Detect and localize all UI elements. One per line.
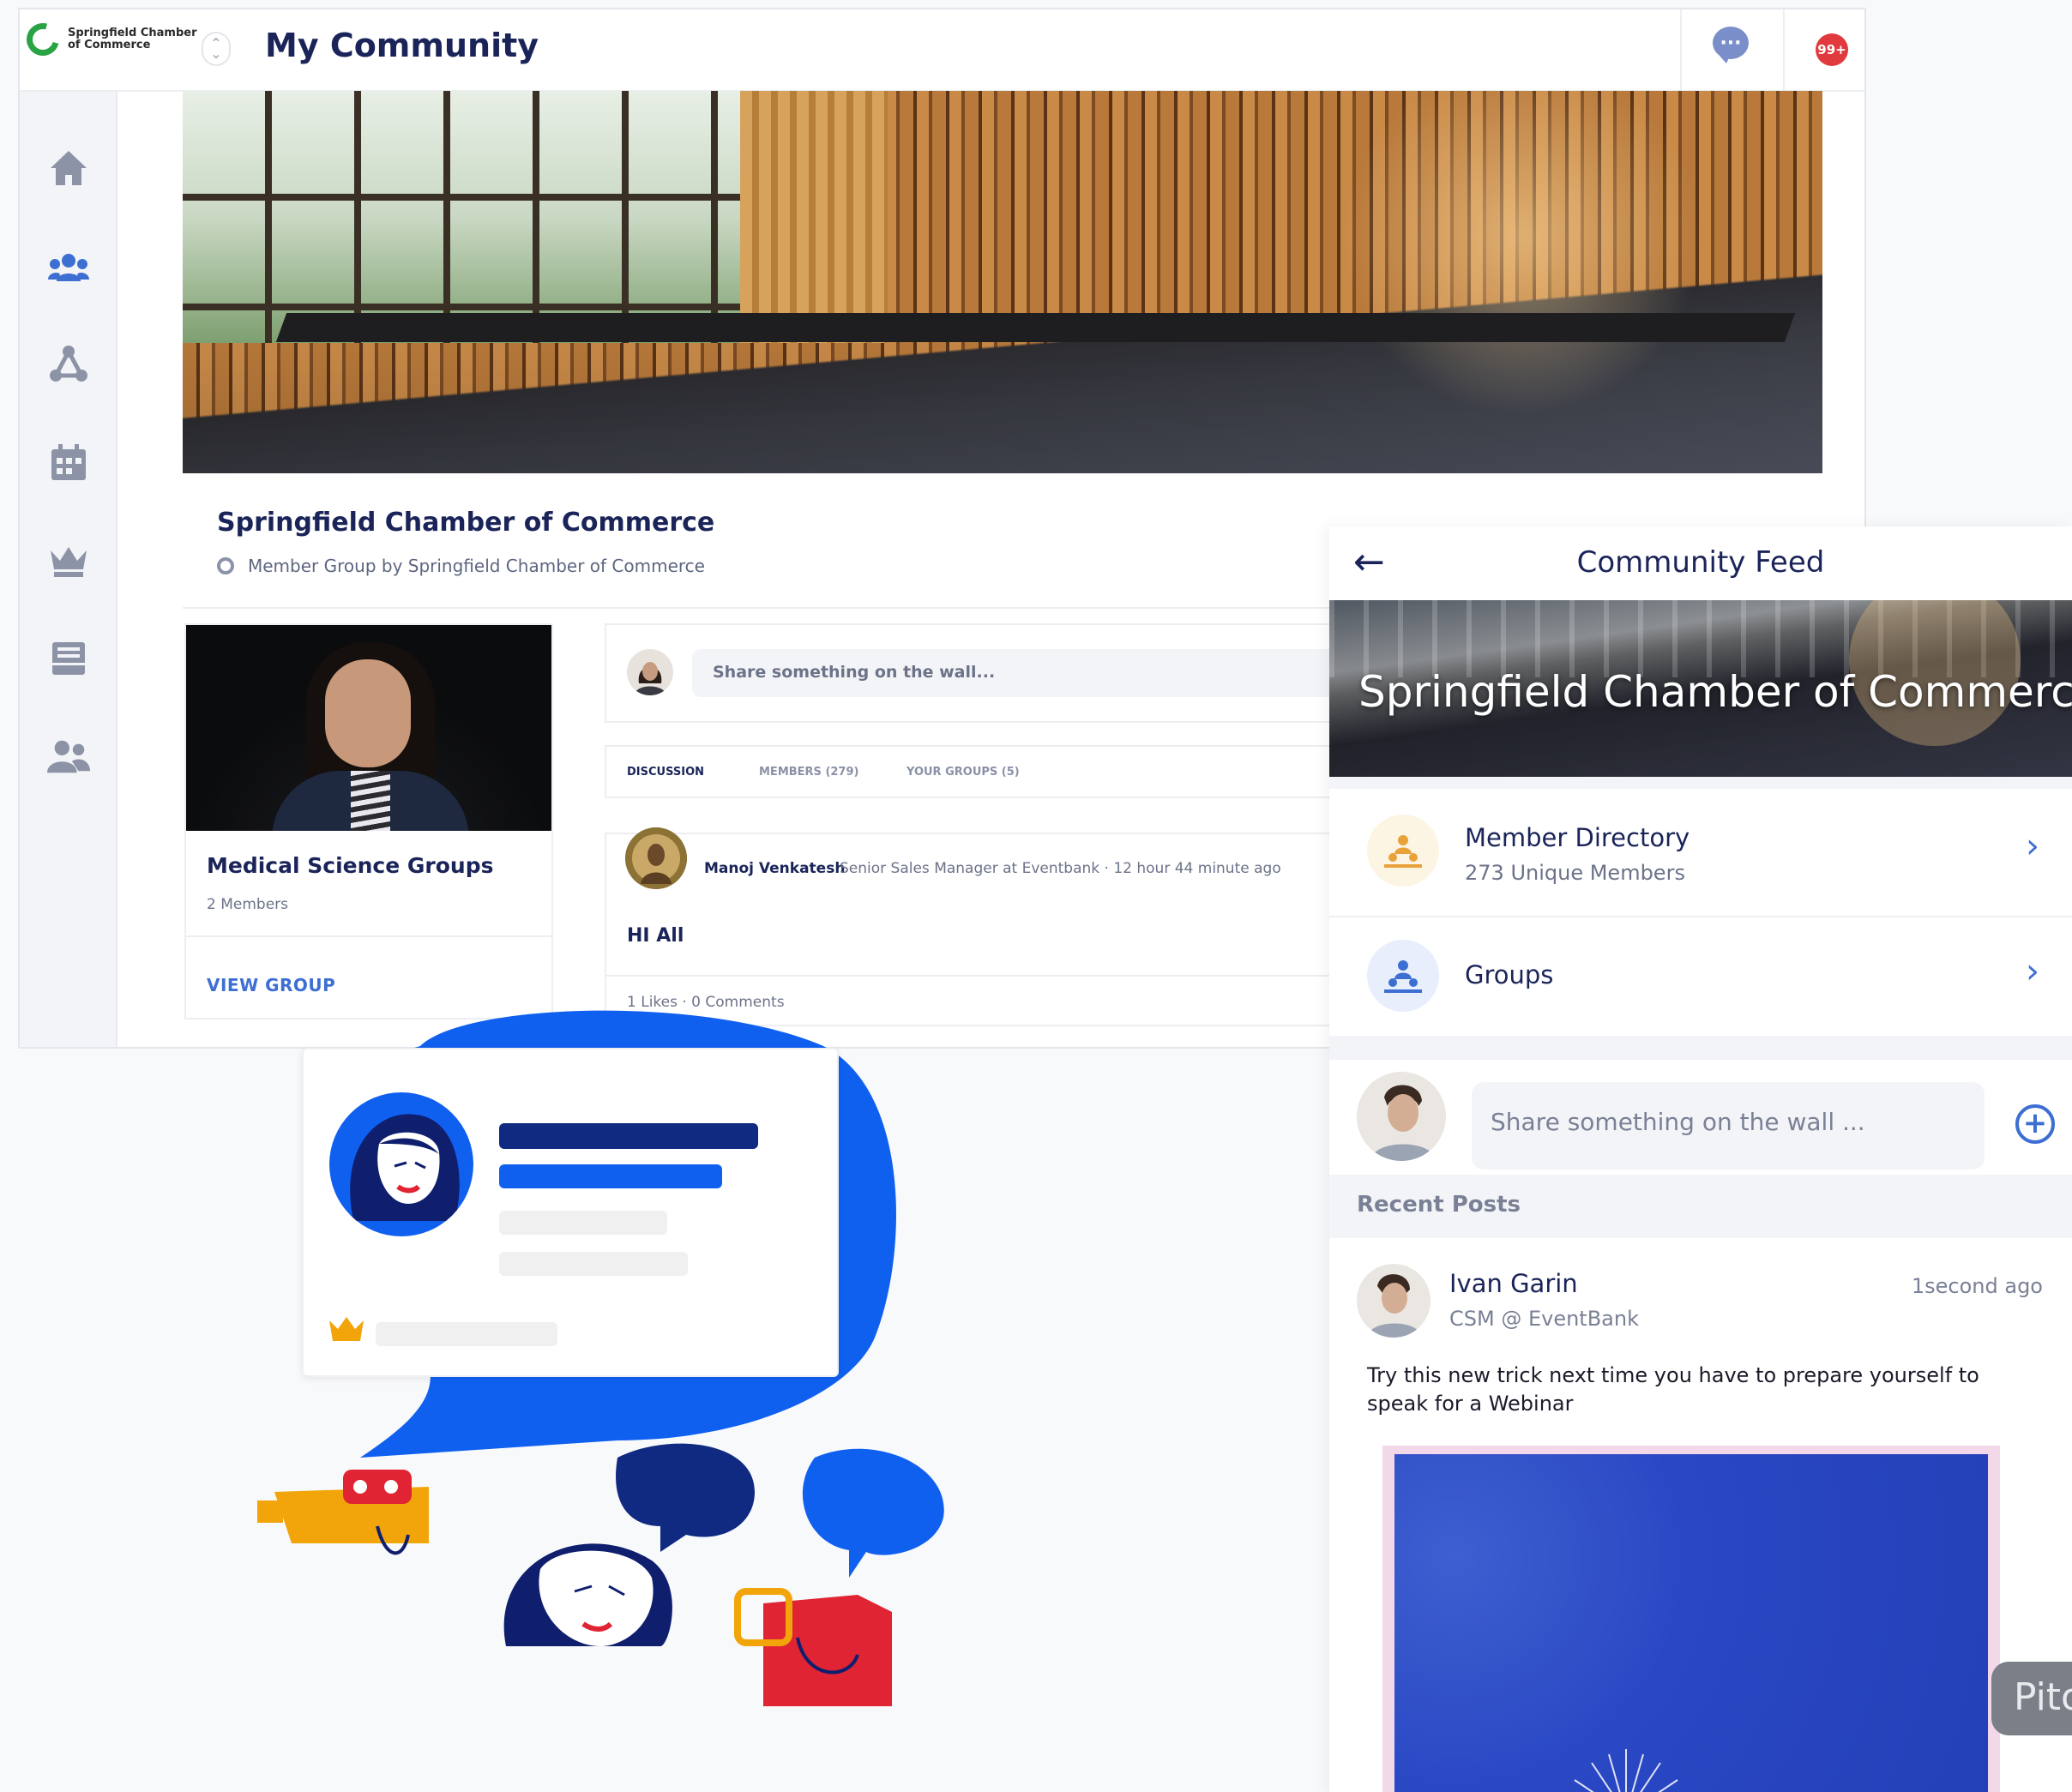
divider bbox=[1329, 777, 2072, 789]
post-image[interactable] bbox=[1382, 1446, 2000, 1792]
placeholder-bar bbox=[499, 1211, 667, 1235]
view-group-link[interactable]: VIEW GROUP bbox=[207, 975, 335, 995]
group-subtitle-text: Member Group by Springfield Chamber of C… bbox=[248, 556, 705, 576]
chevron-right-icon: › bbox=[2026, 952, 2039, 991]
page-title: My Community bbox=[265, 27, 539, 64]
profile-card-illustration bbox=[302, 1048, 839, 1377]
add-post-icon[interactable]: + bbox=[2015, 1104, 2055, 1144]
org-logo[interactable]: Springfield Chamber of Commerce bbox=[21, 17, 205, 62]
placeholder-bar bbox=[499, 1164, 722, 1188]
globe-icon bbox=[217, 557, 234, 574]
divider bbox=[1783, 9, 1785, 92]
placeholder-bar bbox=[499, 1123, 758, 1149]
mobile-share-input[interactable]: Share something on the wall ... bbox=[1472, 1082, 1985, 1170]
post-author-avatar[interactable] bbox=[1357, 1264, 1431, 1338]
mobile-header: ← Community Feed bbox=[1329, 526, 2072, 600]
org-switcher-chevron-icon[interactable]: ⌃ ⌄ bbox=[202, 32, 231, 66]
groups-icon bbox=[1367, 940, 1439, 1012]
tab-discussion[interactable]: DISCUSSION bbox=[627, 766, 704, 779]
group-subtitle: Member Group by Springfield Chamber of C… bbox=[217, 556, 705, 576]
recent-posts-header: Recent Posts bbox=[1329, 1175, 2072, 1238]
member-directory-title: Member Directory bbox=[1465, 823, 1690, 852]
divider bbox=[186, 935, 551, 937]
member-directory-row[interactable]: Member Directory 273 Unique Members › bbox=[1329, 789, 2072, 916]
post-author-name[interactable]: Manoj Venkatesh bbox=[704, 860, 845, 877]
member-directory-count: 273 Unique Members bbox=[1465, 861, 1685, 885]
share-input[interactable]: Share something on the wall... bbox=[692, 649, 1378, 697]
crown-icon bbox=[329, 1317, 364, 1341]
group-card-title: Medical Science Groups bbox=[207, 853, 494, 878]
post-body: HI All bbox=[627, 925, 684, 947]
placeholder-bar bbox=[499, 1252, 688, 1276]
calendar-icon[interactable] bbox=[47, 442, 90, 484]
characters-illustration bbox=[257, 1443, 944, 1706]
crown-icon[interactable] bbox=[47, 539, 90, 582]
user-avatar bbox=[1357, 1072, 1446, 1161]
groups-row[interactable]: Groups › bbox=[1329, 917, 2072, 1036]
recent-posts-label: Recent Posts bbox=[1357, 1192, 1521, 1218]
divider bbox=[1680, 9, 1682, 92]
inbox-icon[interactable] bbox=[47, 637, 90, 680]
community-icon[interactable] bbox=[47, 246, 90, 289]
chat-icon[interactable]: ··· bbox=[1713, 27, 1749, 63]
placeholder-bar bbox=[376, 1322, 557, 1346]
post-author-name[interactable]: Ivan Garin bbox=[1449, 1269, 1578, 1298]
mobile-banner: Springfield Chamber of Commerce bbox=[1329, 600, 2072, 777]
cover-image bbox=[183, 91, 1822, 473]
divider bbox=[1329, 1036, 2072, 1060]
post-body: Try this new trick next time you have to… bbox=[1367, 1363, 1979, 1416]
group-tabs: DISCUSSION MEMBERS (279) YOUR GROUPS (5) bbox=[605, 745, 1359, 798]
home-icon[interactable] bbox=[47, 147, 90, 189]
mobile-community-feed: ← Community Feed Springfield Chamber of … bbox=[1329, 526, 2072, 1792]
chevron-right-icon: › bbox=[2026, 827, 2039, 866]
group-name: Springfield Chamber of Commerce bbox=[217, 508, 715, 538]
group-card-member-count: 2 Members bbox=[207, 896, 289, 913]
post-author-avatar[interactable] bbox=[625, 827, 687, 889]
group-card[interactable]: Medical Science Groups 2 Members VIEW GR… bbox=[184, 623, 553, 1019]
mobile-share-row: Share something on the wall ... + bbox=[1329, 1060, 2072, 1175]
members-icon[interactable] bbox=[47, 735, 90, 778]
post-timestamp: 1second ago bbox=[1911, 1274, 2043, 1298]
group-card-photo bbox=[186, 625, 551, 831]
member-directory-icon bbox=[1367, 815, 1439, 887]
post-meta: Senior Sales Manager at Eventbank · 12 h… bbox=[840, 860, 1281, 877]
share-box: Share something on the wall... bbox=[605, 623, 1378, 723]
network-icon[interactable] bbox=[47, 342, 90, 385]
woman-avatar-icon bbox=[329, 1092, 473, 1236]
mobile-title: Community Feed bbox=[1576, 545, 1825, 580]
tab-members[interactable]: MEMBERS (279) bbox=[759, 766, 858, 779]
logo-mark-icon bbox=[21, 17, 65, 62]
groups-title: Groups bbox=[1465, 960, 1554, 989]
top-bar: Springfield Chamber of Commerce ⌃ ⌄ My Co… bbox=[20, 9, 1864, 92]
banner-title: Springfield Chamber of Commerce bbox=[1358, 667, 2072, 717]
user-avatar bbox=[627, 649, 673, 695]
notification-badge[interactable]: 99+ bbox=[1816, 33, 1848, 66]
post-author-role: CSM @ EventBank bbox=[1449, 1307, 1639, 1331]
logo-text: Springfield Chamber of Commerce bbox=[68, 27, 197, 51]
watermark-badge: Pito bbox=[1991, 1662, 2072, 1735]
sidebar bbox=[20, 92, 117, 1047]
tab-your-groups[interactable]: YOUR GROUPS (5) bbox=[906, 766, 1020, 779]
divider bbox=[606, 975, 1358, 977]
